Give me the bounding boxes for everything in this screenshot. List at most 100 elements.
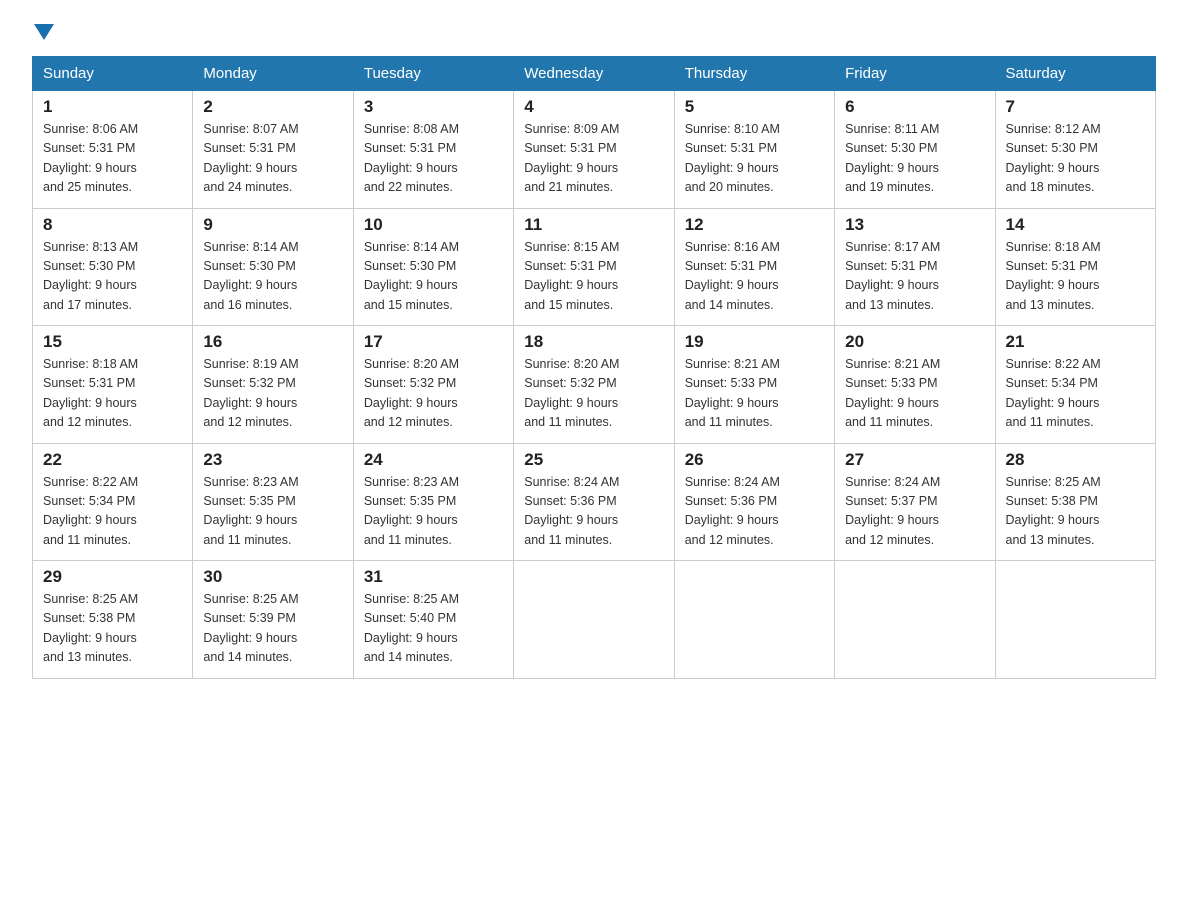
day-number: 14 — [1006, 215, 1145, 235]
calendar-cell: 11 Sunrise: 8:15 AMSunset: 5:31 PMDaylig… — [514, 208, 674, 326]
calendar-cell: 1 Sunrise: 8:06 AMSunset: 5:31 PMDayligh… — [33, 91, 193, 209]
week-row-4: 22 Sunrise: 8:22 AMSunset: 5:34 PMDaylig… — [33, 443, 1156, 561]
calendar-cell: 28 Sunrise: 8:25 AMSunset: 5:38 PMDaylig… — [995, 443, 1155, 561]
logo — [32, 24, 54, 40]
day-info: Sunrise: 8:14 AMSunset: 5:30 PMDaylight:… — [203, 240, 298, 312]
weekday-header-monday: Monday — [193, 57, 353, 91]
day-info: Sunrise: 8:13 AMSunset: 5:30 PMDaylight:… — [43, 240, 138, 312]
calendar-cell: 24 Sunrise: 8:23 AMSunset: 5:35 PMDaylig… — [353, 443, 513, 561]
calendar-cell: 25 Sunrise: 8:24 AMSunset: 5:36 PMDaylig… — [514, 443, 674, 561]
day-info: Sunrise: 8:16 AMSunset: 5:31 PMDaylight:… — [685, 240, 780, 312]
calendar-cell — [674, 561, 834, 679]
day-number: 12 — [685, 215, 824, 235]
day-info: Sunrise: 8:07 AMSunset: 5:31 PMDaylight:… — [203, 122, 298, 194]
day-number: 7 — [1006, 97, 1145, 117]
day-info: Sunrise: 8:22 AMSunset: 5:34 PMDaylight:… — [1006, 357, 1101, 429]
day-number: 30 — [203, 567, 342, 587]
calendar-cell: 22 Sunrise: 8:22 AMSunset: 5:34 PMDaylig… — [33, 443, 193, 561]
day-info: Sunrise: 8:10 AMSunset: 5:31 PMDaylight:… — [685, 122, 780, 194]
calendar-cell: 21 Sunrise: 8:22 AMSunset: 5:34 PMDaylig… — [995, 326, 1155, 444]
calendar-cell: 19 Sunrise: 8:21 AMSunset: 5:33 PMDaylig… — [674, 326, 834, 444]
calendar-cell: 4 Sunrise: 8:09 AMSunset: 5:31 PMDayligh… — [514, 91, 674, 209]
day-info: Sunrise: 8:06 AMSunset: 5:31 PMDaylight:… — [43, 122, 138, 194]
day-number: 8 — [43, 215, 182, 235]
day-info: Sunrise: 8:21 AMSunset: 5:33 PMDaylight:… — [685, 357, 780, 429]
day-info: Sunrise: 8:25 AMSunset: 5:40 PMDaylight:… — [364, 592, 459, 664]
logo-triangle-icon — [34, 24, 54, 40]
day-number: 10 — [364, 215, 503, 235]
day-info: Sunrise: 8:09 AMSunset: 5:31 PMDaylight:… — [524, 122, 619, 194]
day-number: 5 — [685, 97, 824, 117]
day-number: 17 — [364, 332, 503, 352]
day-number: 13 — [845, 215, 984, 235]
weekday-header-sunday: Sunday — [33, 57, 193, 91]
day-number: 15 — [43, 332, 182, 352]
day-number: 29 — [43, 567, 182, 587]
week-row-1: 1 Sunrise: 8:06 AMSunset: 5:31 PMDayligh… — [33, 91, 1156, 209]
day-info: Sunrise: 8:25 AMSunset: 5:39 PMDaylight:… — [203, 592, 298, 664]
day-number: 9 — [203, 215, 342, 235]
calendar-cell — [835, 561, 995, 679]
calendar-cell — [995, 561, 1155, 679]
calendar-cell: 2 Sunrise: 8:07 AMSunset: 5:31 PMDayligh… — [193, 91, 353, 209]
weekday-header-friday: Friday — [835, 57, 995, 91]
calendar-cell: 18 Sunrise: 8:20 AMSunset: 5:32 PMDaylig… — [514, 326, 674, 444]
calendar-cell: 10 Sunrise: 8:14 AMSunset: 5:30 PMDaylig… — [353, 208, 513, 326]
page-header — [32, 24, 1156, 40]
day-number: 1 — [43, 97, 182, 117]
day-info: Sunrise: 8:20 AMSunset: 5:32 PMDaylight:… — [364, 357, 459, 429]
calendar-cell: 29 Sunrise: 8:25 AMSunset: 5:38 PMDaylig… — [33, 561, 193, 679]
day-info: Sunrise: 8:18 AMSunset: 5:31 PMDaylight:… — [1006, 240, 1101, 312]
day-number: 27 — [845, 450, 984, 470]
day-info: Sunrise: 8:24 AMSunset: 5:36 PMDaylight:… — [524, 475, 619, 547]
day-info: Sunrise: 8:24 AMSunset: 5:37 PMDaylight:… — [845, 475, 940, 547]
week-row-2: 8 Sunrise: 8:13 AMSunset: 5:30 PMDayligh… — [33, 208, 1156, 326]
weekday-header-tuesday: Tuesday — [353, 57, 513, 91]
week-row-5: 29 Sunrise: 8:25 AMSunset: 5:38 PMDaylig… — [33, 561, 1156, 679]
calendar-cell: 20 Sunrise: 8:21 AMSunset: 5:33 PMDaylig… — [835, 326, 995, 444]
calendar-cell: 15 Sunrise: 8:18 AMSunset: 5:31 PMDaylig… — [33, 326, 193, 444]
calendar-cell: 16 Sunrise: 8:19 AMSunset: 5:32 PMDaylig… — [193, 326, 353, 444]
day-number: 31 — [364, 567, 503, 587]
day-info: Sunrise: 8:21 AMSunset: 5:33 PMDaylight:… — [845, 357, 940, 429]
day-number: 20 — [845, 332, 984, 352]
calendar-cell — [514, 561, 674, 679]
calendar-cell: 3 Sunrise: 8:08 AMSunset: 5:31 PMDayligh… — [353, 91, 513, 209]
calendar-cell: 5 Sunrise: 8:10 AMSunset: 5:31 PMDayligh… — [674, 91, 834, 209]
day-number: 6 — [845, 97, 984, 117]
day-info: Sunrise: 8:12 AMSunset: 5:30 PMDaylight:… — [1006, 122, 1101, 194]
day-number: 22 — [43, 450, 182, 470]
weekday-header-saturday: Saturday — [995, 57, 1155, 91]
week-row-3: 15 Sunrise: 8:18 AMSunset: 5:31 PMDaylig… — [33, 326, 1156, 444]
day-number: 28 — [1006, 450, 1145, 470]
day-info: Sunrise: 8:17 AMSunset: 5:31 PMDaylight:… — [845, 240, 940, 312]
calendar-cell: 26 Sunrise: 8:24 AMSunset: 5:36 PMDaylig… — [674, 443, 834, 561]
calendar-cell: 8 Sunrise: 8:13 AMSunset: 5:30 PMDayligh… — [33, 208, 193, 326]
day-number: 4 — [524, 97, 663, 117]
calendar-cell: 30 Sunrise: 8:25 AMSunset: 5:39 PMDaylig… — [193, 561, 353, 679]
calendar-cell: 31 Sunrise: 8:25 AMSunset: 5:40 PMDaylig… — [353, 561, 513, 679]
day-info: Sunrise: 8:15 AMSunset: 5:31 PMDaylight:… — [524, 240, 619, 312]
day-number: 21 — [1006, 332, 1145, 352]
calendar-cell: 6 Sunrise: 8:11 AMSunset: 5:30 PMDayligh… — [835, 91, 995, 209]
calendar-cell: 27 Sunrise: 8:24 AMSunset: 5:37 PMDaylig… — [835, 443, 995, 561]
day-info: Sunrise: 8:25 AMSunset: 5:38 PMDaylight:… — [1006, 475, 1101, 547]
day-number: 18 — [524, 332, 663, 352]
calendar-cell: 12 Sunrise: 8:16 AMSunset: 5:31 PMDaylig… — [674, 208, 834, 326]
calendar-cell: 17 Sunrise: 8:20 AMSunset: 5:32 PMDaylig… — [353, 326, 513, 444]
day-info: Sunrise: 8:24 AMSunset: 5:36 PMDaylight:… — [685, 475, 780, 547]
calendar-cell: 9 Sunrise: 8:14 AMSunset: 5:30 PMDayligh… — [193, 208, 353, 326]
day-info: Sunrise: 8:08 AMSunset: 5:31 PMDaylight:… — [364, 122, 459, 194]
day-number: 11 — [524, 215, 663, 235]
calendar-cell: 13 Sunrise: 8:17 AMSunset: 5:31 PMDaylig… — [835, 208, 995, 326]
day-info: Sunrise: 8:14 AMSunset: 5:30 PMDaylight:… — [364, 240, 459, 312]
day-number: 25 — [524, 450, 663, 470]
day-number: 24 — [364, 450, 503, 470]
day-number: 3 — [364, 97, 503, 117]
day-number: 23 — [203, 450, 342, 470]
weekday-header-thursday: Thursday — [674, 57, 834, 91]
day-number: 16 — [203, 332, 342, 352]
calendar-cell: 7 Sunrise: 8:12 AMSunset: 5:30 PMDayligh… — [995, 91, 1155, 209]
day-info: Sunrise: 8:25 AMSunset: 5:38 PMDaylight:… — [43, 592, 138, 664]
weekday-header-wednesday: Wednesday — [514, 57, 674, 91]
